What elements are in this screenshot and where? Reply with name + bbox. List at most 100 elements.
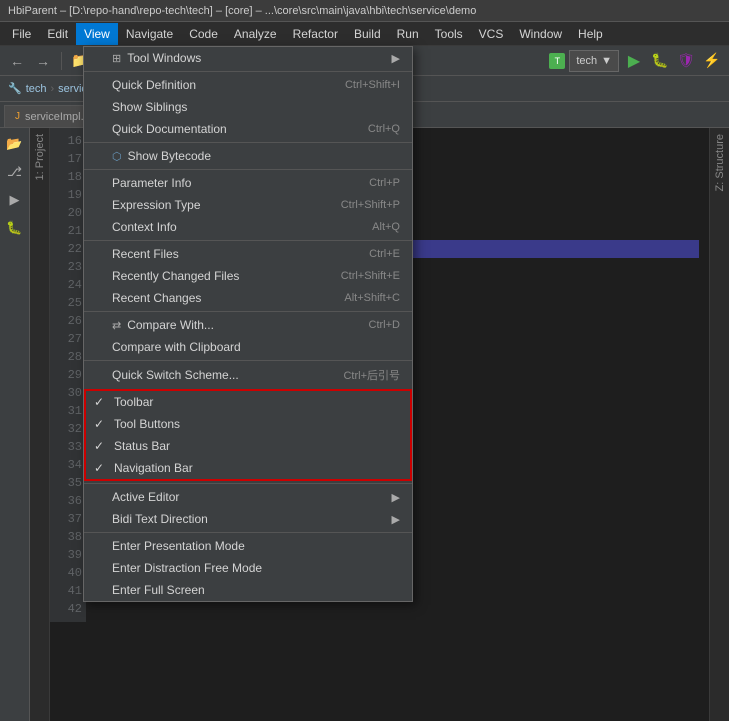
run-button[interactable]: ▶ bbox=[623, 50, 645, 72]
breadcrumb-icon: 🔧 bbox=[8, 82, 22, 95]
recent-changes-shortcut: Alt+Shift+C bbox=[344, 292, 400, 304]
divider-7 bbox=[84, 483, 412, 484]
divider-5 bbox=[84, 311, 412, 312]
menu-show-siblings[interactable]: Show Siblings bbox=[84, 96, 412, 118]
show-bytecode-label: Show Bytecode bbox=[128, 149, 211, 163]
menu-tool-buttons[interactable]: ✓ Tool Buttons bbox=[86, 413, 410, 435]
quick-doc-shortcut: Ctrl+Q bbox=[368, 123, 400, 135]
menu-tool-windows[interactable]: ⊞ Tool Windows ▶ bbox=[84, 47, 412, 69]
debug-button[interactable]: 🐛 bbox=[649, 50, 671, 72]
navigation-bar-check: ✓ bbox=[94, 461, 104, 475]
menu-navigation-bar[interactable]: ✓ Navigation Bar bbox=[86, 457, 410, 479]
active-editor-label: Active Editor bbox=[112, 490, 179, 504]
compare-with-label: Compare With... bbox=[127, 318, 214, 332]
menu-quick-documentation[interactable]: Quick Documentation Ctrl+Q bbox=[84, 118, 412, 140]
menu-window[interactable]: Window bbox=[511, 23, 570, 45]
menu-context-info[interactable]: Context Info Alt+Q bbox=[84, 216, 412, 238]
toolbar-forward[interactable]: → bbox=[32, 50, 54, 72]
menu-vcs[interactable]: VCS bbox=[471, 23, 512, 45]
menu-presentation-mode[interactable]: Enter Presentation Mode bbox=[84, 535, 412, 557]
menu-build[interactable]: Build bbox=[346, 23, 389, 45]
menu-expression-type[interactable]: Expression Type Ctrl+Shift+P bbox=[84, 194, 412, 216]
context-info-shortcut: Alt+Q bbox=[372, 221, 400, 233]
active-editor-arrow: ▶ bbox=[392, 491, 400, 504]
run-config-dropdown[interactable]: tech ▼ bbox=[569, 50, 619, 72]
menu-analyze[interactable]: Analyze bbox=[226, 23, 285, 45]
bidi-direction-arrow: ▶ bbox=[392, 513, 400, 526]
menu-status-bar[interactable]: ✓ Status Bar bbox=[86, 435, 410, 457]
menu-show-bytecode[interactable]: ⬡ Show Bytecode bbox=[84, 145, 412, 167]
menu-file[interactable]: File bbox=[4, 23, 39, 45]
menu-refactor[interactable]: Refactor bbox=[285, 23, 346, 45]
structure-panel[interactable]: Z: Structure bbox=[709, 128, 729, 721]
run-config-name: tech bbox=[576, 55, 597, 67]
menu-active-editor[interactable]: Active Editor ▶ bbox=[84, 486, 412, 508]
quick-switch-label: Quick Switch Scheme... bbox=[112, 368, 239, 382]
divider-1 bbox=[84, 71, 412, 72]
profile-button[interactable]: ⚡ bbox=[701, 50, 723, 72]
menu-run[interactable]: Run bbox=[389, 23, 427, 45]
divider-3 bbox=[84, 169, 412, 170]
compare-clipboard-label: Compare with Clipboard bbox=[112, 340, 241, 354]
menu-quick-switch[interactable]: Quick Switch Scheme... Ctrl+后引号 bbox=[84, 363, 412, 387]
divider-8 bbox=[84, 532, 412, 533]
sidebar-debug-icon[interactable]: 🐛 bbox=[3, 216, 27, 240]
dropdown-arrow: ▼ bbox=[601, 55, 612, 67]
menu-compare-clipboard[interactable]: Compare with Clipboard bbox=[84, 336, 412, 358]
full-screen-label: Enter Full Screen bbox=[112, 583, 205, 597]
menu-bar: File Edit View Navigate Code Analyze Ref… bbox=[0, 22, 729, 46]
menu-bidi-direction[interactable]: Bidi Text Direction ▶ bbox=[84, 508, 412, 530]
menu-parameter-info[interactable]: Parameter Info Ctrl+P bbox=[84, 172, 412, 194]
toolbar-sep1 bbox=[61, 52, 62, 70]
status-bar-check: ✓ bbox=[94, 439, 104, 453]
menu-navigate[interactable]: Navigate bbox=[118, 23, 181, 45]
left-sidebar: 📂 ⎇ ▶ 🐛 bbox=[0, 128, 30, 721]
menu-recent-files[interactable]: Recent Files Ctrl+E bbox=[84, 243, 412, 265]
title-text: HbiParent – [D:\repo-hand\repo-tech\tech… bbox=[8, 5, 476, 17]
menu-code[interactable]: Code bbox=[181, 23, 226, 45]
divider-4 bbox=[84, 240, 412, 241]
tool-buttons-label: Tool Buttons bbox=[114, 417, 180, 431]
menu-tools[interactable]: Tools bbox=[427, 23, 471, 45]
project-panel[interactable]: 1: Project bbox=[30, 128, 50, 721]
sidebar-run-icon[interactable]: ▶ bbox=[3, 188, 27, 212]
toolbar-back[interactable]: ← bbox=[6, 50, 28, 72]
navigation-bar-label: Navigation Bar bbox=[114, 461, 193, 475]
tool-windows-label: Tool Windows bbox=[127, 51, 201, 65]
menu-recently-changed[interactable]: Recently Changed Files Ctrl+Shift+E bbox=[84, 265, 412, 287]
compare-with-shortcut: Ctrl+D bbox=[369, 319, 400, 331]
menu-full-screen[interactable]: Enter Full Screen bbox=[84, 579, 412, 601]
structure-panel-label: Z: Structure bbox=[714, 134, 726, 191]
recent-files-label: Recent Files bbox=[112, 247, 179, 261]
recent-changes-label: Recent Changes bbox=[112, 291, 201, 305]
distraction-free-label: Enter Distraction Free Mode bbox=[112, 561, 262, 575]
param-info-shortcut: Ctrl+P bbox=[369, 177, 400, 189]
expr-type-shortcut: Ctrl+Shift+P bbox=[341, 199, 400, 211]
menu-edit[interactable]: Edit bbox=[39, 23, 76, 45]
divider-2 bbox=[84, 142, 412, 143]
toolbar-check: ✓ bbox=[94, 395, 104, 409]
bytecode-icon: ⬡ bbox=[112, 150, 122, 163]
menu-recent-changes[interactable]: Recent Changes Alt+Shift+C bbox=[84, 287, 412, 309]
recently-changed-label: Recently Changed Files bbox=[112, 269, 239, 283]
sidebar-structure-icon[interactable]: 📂 bbox=[3, 132, 27, 156]
recent-files-shortcut: Ctrl+E bbox=[369, 248, 400, 260]
sidebar-commit-icon[interactable]: ⎇ bbox=[3, 160, 27, 184]
param-info-label: Parameter Info bbox=[112, 176, 191, 190]
divider-6 bbox=[84, 360, 412, 361]
breadcrumb-tech[interactable]: tech bbox=[26, 83, 47, 95]
coverage-button[interactable]: 🛡 bbox=[675, 50, 697, 72]
menu-quick-definition[interactable]: Quick Definition Ctrl+Shift+I bbox=[84, 74, 412, 96]
menu-compare-with[interactable]: ⇄ Compare With... Ctrl+D bbox=[84, 314, 412, 336]
title-bar: HbiParent – [D:\repo-hand\repo-tech\tech… bbox=[0, 0, 729, 22]
presentation-mode-label: Enter Presentation Mode bbox=[112, 539, 245, 553]
compare-icon: ⇄ bbox=[112, 319, 121, 332]
menu-view[interactable]: View bbox=[76, 23, 118, 45]
context-info-label: Context Info bbox=[112, 220, 177, 234]
menu-distraction-free[interactable]: Enter Distraction Free Mode bbox=[84, 557, 412, 579]
menu-toolbar[interactable]: ✓ Toolbar bbox=[86, 391, 410, 413]
tool-buttons-check: ✓ bbox=[94, 417, 104, 431]
menu-help[interactable]: Help bbox=[570, 23, 611, 45]
project-panel-label: 1: Project bbox=[34, 134, 46, 180]
quick-def-label: Quick Definition bbox=[112, 78, 196, 92]
